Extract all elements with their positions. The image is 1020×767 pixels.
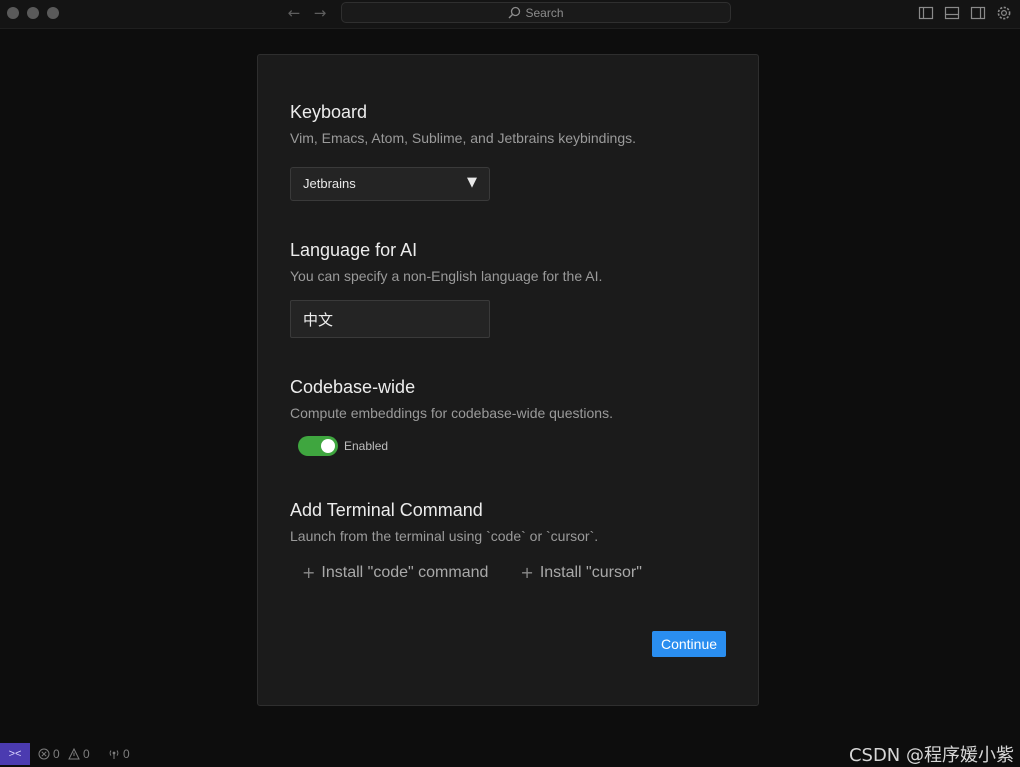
- search-bar[interactable]: Search: [341, 2, 731, 23]
- install-code-command-button[interactable]: + Install "code" command: [302, 563, 488, 582]
- plus-icon: +: [302, 563, 315, 582]
- terminal-title: Add Terminal Command: [290, 499, 726, 521]
- keyboard-section: Keyboard Vim, Emacs, Atom, Sublime, and …: [290, 101, 726, 147]
- window-minimize-button[interactable]: [27, 7, 39, 19]
- search-icon: [508, 6, 521, 19]
- codebase-description: Compute embeddings for codebase-wide que…: [290, 404, 726, 422]
- errors-count: 0: [53, 747, 60, 761]
- terminal-section: Add Terminal Command Launch from the ter…: [290, 499, 726, 545]
- chevron-down-icon: ▼: [467, 175, 477, 190]
- keyboard-description: Vim, Emacs, Atom, Sublime, and Jetbrains…: [290, 129, 726, 147]
- toggle-panel-icon[interactable]: [944, 5, 960, 21]
- gear-icon[interactable]: [996, 5, 1012, 21]
- warning-icon: [68, 748, 80, 760]
- codebase-toggle[interactable]: [298, 436, 338, 456]
- keyboard-title: Keyboard: [290, 101, 726, 123]
- install-code-label: Install "code" command: [321, 564, 488, 582]
- remote-icon: ><: [9, 748, 22, 760]
- continue-button[interactable]: Continue: [652, 631, 726, 657]
- language-title: Language for AI: [290, 239, 726, 261]
- welcome-settings-dialog: Keyboard Vim, Emacs, Atom, Sublime, and …: [257, 54, 759, 706]
- install-cursor-label: Install "cursor": [540, 564, 642, 582]
- ports-count: 0: [123, 747, 130, 761]
- title-bar: ← → Search: [0, 0, 1020, 29]
- language-description: You can specify a non-English language f…: [290, 267, 726, 285]
- window-close-button[interactable]: [7, 7, 19, 19]
- keybinding-select[interactable]: Jetbrains ▼: [290, 167, 490, 201]
- toggle-knob: [321, 439, 335, 453]
- terminal-description: Launch from the terminal using `code` or…: [290, 527, 726, 545]
- warnings-count: 0: [83, 747, 90, 761]
- language-section: Language for AI You can specify a non-En…: [290, 239, 726, 285]
- warnings-indicator[interactable]: 0: [68, 747, 90, 761]
- toggle-primary-sidebar-icon[interactable]: [918, 5, 934, 21]
- toggle-secondary-sidebar-icon[interactable]: [970, 5, 986, 21]
- codebase-toggle-label: Enabled: [344, 439, 388, 453]
- ports-indicator[interactable]: 0: [108, 747, 130, 761]
- codebase-title: Codebase-wide: [290, 376, 726, 398]
- window-maximize-button[interactable]: [47, 7, 59, 19]
- remote-indicator[interactable]: ><: [0, 743, 30, 765]
- arrow-right-icon[interactable]: →: [310, 4, 330, 22]
- plus-icon: +: [520, 563, 533, 582]
- install-cursor-command-button[interactable]: + Install "cursor": [520, 563, 641, 582]
- error-icon: [38, 748, 50, 760]
- arrow-left-icon[interactable]: ←: [284, 4, 304, 22]
- codebase-toggle-row: Enabled: [298, 436, 388, 456]
- codebase-section: Codebase-wide Compute embeddings for cod…: [290, 376, 726, 422]
- keybinding-selected-value: Jetbrains: [303, 176, 356, 191]
- search-label: Search: [525, 6, 563, 20]
- status-bar: >< 0 0 0 CSDN @程序媛小紫: [0, 741, 1020, 765]
- language-input[interactable]: [290, 300, 490, 338]
- watermark: CSDN @程序媛小紫: [849, 741, 1014, 767]
- errors-indicator[interactable]: 0: [38, 747, 60, 761]
- broadcast-icon: [108, 748, 120, 760]
